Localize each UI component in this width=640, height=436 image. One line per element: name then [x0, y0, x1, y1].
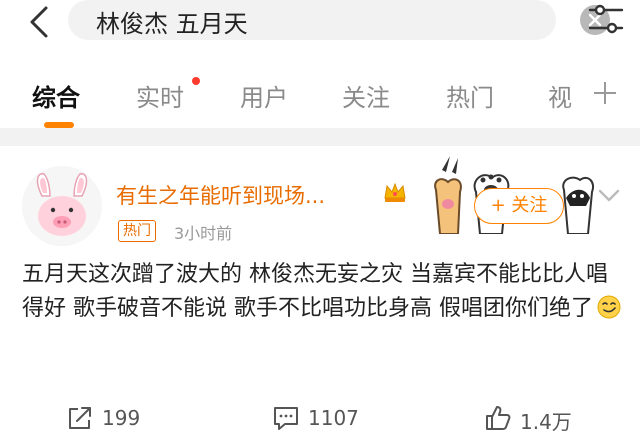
filter-icon[interactable]: [586, 2, 626, 38]
comment-button[interactable]: 1107: [272, 404, 382, 432]
like-count: 1.4万: [520, 410, 572, 434]
follow-button[interactable]: + 关注: [474, 188, 564, 224]
post-card: 有生之年能听到现场... + 关注 热门 3小时前 五月天这次蹭了波大的 林俊杰…: [0, 146, 640, 436]
post-username[interactable]: 有生之年能听到现场...: [116, 180, 325, 210]
post-content: 五月天这次蹭了波大的 林俊杰无妄之灾 当嘉宾不能比比人唱得好 歌手破音不能说 歌…: [22, 258, 626, 326]
notification-dot: [192, 77, 200, 85]
comment-count: 1107: [308, 406, 359, 430]
post-timestamp: 3小时前: [174, 224, 233, 243]
post-actions: 199 1107 1.4万: [0, 400, 640, 436]
comment-icon: [274, 407, 298, 430]
section-divider: [0, 128, 640, 146]
search-header: 林俊杰 五月天: [0, 0, 640, 58]
back-arrow-icon[interactable]: [22, 4, 58, 40]
tab-following[interactable]: 关注: [342, 78, 390, 113]
hot-badge: 热门: [118, 220, 156, 242]
search-input[interactable]: 林俊杰 五月天: [68, 0, 610, 40]
repost-icon: [69, 407, 91, 429]
chevron-down-icon[interactable]: [596, 186, 622, 206]
search-query: 林俊杰 五月天: [96, 10, 248, 38]
like-icon: [486, 406, 511, 430]
tab-video[interactable]: 视: [548, 78, 572, 113]
tab-realtime[interactable]: 实时: [136, 78, 184, 113]
smirk-emoji-icon: [597, 295, 621, 319]
tab-comprehensive[interactable]: 综合: [32, 78, 80, 113]
repost-button[interactable]: 199: [66, 404, 156, 432]
tab-hot[interactable]: 热门: [446, 78, 494, 113]
repost-count: 199: [102, 406, 141, 430]
avatar[interactable]: [22, 166, 102, 246]
tab-users[interactable]: 用户: [240, 78, 288, 113]
like-button[interactable]: 1.4万: [484, 404, 594, 434]
plus-icon[interactable]: [592, 80, 618, 106]
search-tabs: 综合 实时 用户 关注 热门 视: [0, 72, 640, 128]
post-text: 五月天这次蹭了波大的 林俊杰无妄之灾 当嘉宾不能比比人唱得好 歌手破音不能说 歌…: [22, 262, 608, 321]
crown-icon: [382, 180, 408, 204]
